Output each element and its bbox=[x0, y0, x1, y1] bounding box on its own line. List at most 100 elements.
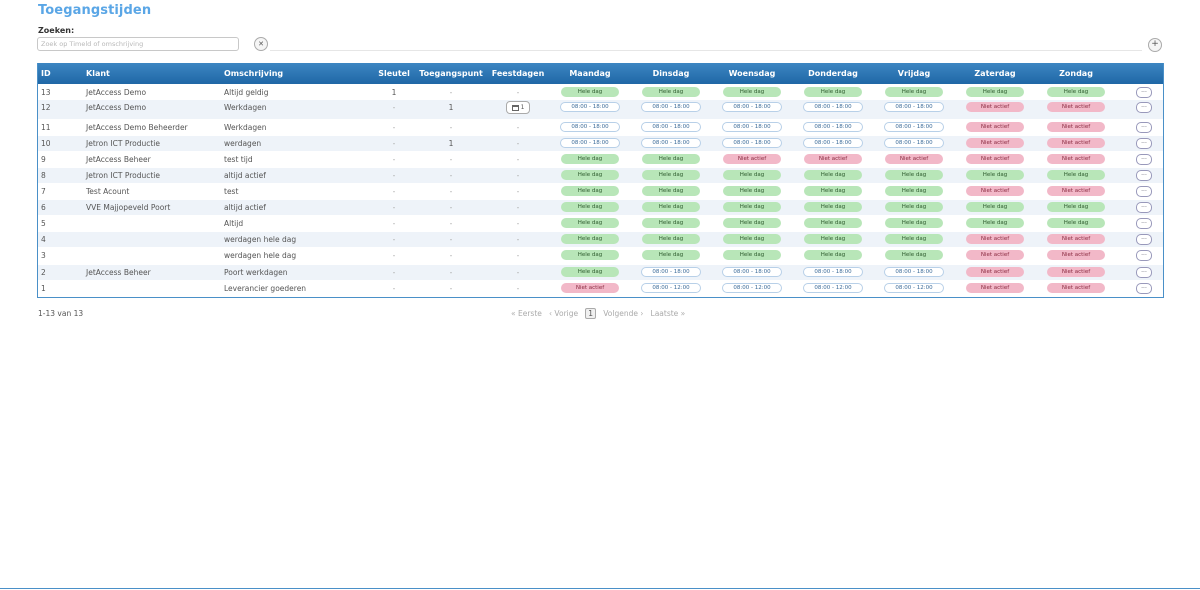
row-actions-button[interactable]: ... bbox=[1136, 122, 1152, 133]
column-header[interactable]: ID bbox=[41, 69, 51, 78]
table-row[interactable]: 5 Altijd - - - Hele dag Hele dag Hele dag Hele d… bbox=[38, 216, 1163, 231]
day-status-pill: Niet actief bbox=[1047, 122, 1105, 132]
row-actions-button[interactable]: ... bbox=[1136, 202, 1152, 213]
day-status-pill: Niet actief bbox=[966, 250, 1024, 260]
row-sleutel: - bbox=[392, 203, 396, 212]
day-status-pill: 08:00 - 18:00 bbox=[803, 138, 863, 148]
day-status-pill: Niet actief bbox=[561, 283, 619, 293]
row-feestdagen: - bbox=[516, 203, 520, 212]
row-id: 6 bbox=[41, 203, 46, 212]
row-actions-button[interactable]: ... bbox=[1136, 218, 1152, 229]
row-omschrijving: Poort werkdagen bbox=[224, 268, 288, 277]
row-actions-button[interactable]: ... bbox=[1136, 234, 1152, 245]
column-header[interactable]: Sleutel bbox=[378, 69, 410, 78]
day-status-pill: Hele dag bbox=[642, 154, 700, 164]
holiday-badge[interactable]: 1 bbox=[506, 101, 530, 114]
table-row[interactable]: 7 Test Acount test - - - Hele dag Hele dag Hele … bbox=[38, 184, 1163, 199]
search-divider bbox=[270, 50, 1142, 51]
row-feestdagen: - bbox=[516, 171, 520, 180]
day-status-pill: Hele dag bbox=[723, 170, 781, 180]
row-actions-button[interactable]: ... bbox=[1136, 170, 1152, 181]
table-row[interactable]: 11 JetAccess Demo Beheerder Werkdagen - - - 08… bbox=[38, 120, 1163, 135]
day-status-pill: Niet actief bbox=[723, 154, 781, 164]
pager-next[interactable]: Volgende › bbox=[603, 309, 643, 318]
day-status-pill: Niet actief bbox=[1047, 234, 1105, 244]
row-actions-button[interactable]: ... bbox=[1136, 267, 1152, 278]
row-id: 3 bbox=[41, 251, 46, 260]
column-header[interactable]: Zondag bbox=[1059, 69, 1093, 78]
table-row[interactable]: 9 JetAccess Beheer test tijd - - - Hele dag Hel… bbox=[38, 152, 1163, 167]
table-row[interactable]: 4 werdagen hele dag - - - Hele dag Hele dag Hel… bbox=[38, 232, 1163, 247]
row-toegangspunt: - bbox=[449, 219, 453, 228]
row-toegangspunt: - bbox=[449, 171, 453, 180]
row-actions-button[interactable]: ... bbox=[1136, 87, 1152, 98]
pager-current-page[interactable]: 1 bbox=[585, 308, 597, 319]
row-feestdagen: - bbox=[516, 187, 520, 196]
day-status-pill: Hele dag bbox=[804, 186, 862, 196]
row-toegangspunt: 1 bbox=[448, 139, 454, 148]
day-status-pill: Hele dag bbox=[723, 234, 781, 244]
row-actions-button[interactable]: ... bbox=[1136, 250, 1152, 261]
day-status-pill: Hele dag bbox=[561, 267, 619, 277]
column-header[interactable]: Zaterdag bbox=[974, 69, 1015, 78]
row-feestdagen: - bbox=[516, 155, 520, 164]
day-status-pill: Hele dag bbox=[561, 154, 619, 164]
table-row[interactable]: 10 Jetron ICT Productie werdagen - 1 - 08:00 -… bbox=[38, 136, 1163, 151]
row-sleutel: - bbox=[392, 123, 396, 132]
column-header[interactable]: Woensdag bbox=[729, 69, 776, 78]
pager-last[interactable]: Laatste » bbox=[651, 309, 686, 318]
column-header[interactable]: Maandag bbox=[569, 69, 610, 78]
row-omschrijving: werdagen hele dag bbox=[224, 251, 297, 260]
day-status-pill: Niet actief bbox=[1047, 283, 1105, 293]
column-header[interactable]: Donderdag bbox=[808, 69, 858, 78]
column-header[interactable]: Vrijdag bbox=[898, 69, 930, 78]
day-status-pill: 08:00 - 18:00 bbox=[722, 122, 782, 132]
day-status-pill: Hele dag bbox=[642, 202, 700, 212]
row-klant: Test Acount bbox=[86, 187, 130, 196]
table-row[interactable]: 12 JetAccess Demo Werkdagen - 1 1 08:00 - 18:0… bbox=[38, 100, 1163, 119]
day-status-pill: Hele dag bbox=[804, 87, 862, 97]
table-row[interactable]: 6 VVE Majjopeveld Poort altijd actief - - - He… bbox=[38, 200, 1163, 215]
row-actions-button[interactable]: ... bbox=[1136, 154, 1152, 165]
day-status-pill: Hele dag bbox=[642, 170, 700, 180]
row-id: 8 bbox=[41, 171, 46, 180]
row-actions-button[interactable]: ... bbox=[1136, 102, 1152, 113]
row-actions-button[interactable]: ... bbox=[1136, 138, 1152, 149]
column-header[interactable]: Klant bbox=[86, 69, 110, 78]
column-header[interactable]: Omschrijving bbox=[224, 69, 283, 78]
row-id: 1 bbox=[41, 284, 46, 293]
table-row[interactable]: 13 JetAccess Demo Altijd geldig 1 - - Hele dag… bbox=[38, 85, 1163, 100]
day-status-pill: 08:00 - 12:00 bbox=[722, 283, 782, 293]
pagination: « Eerste ‹ Vorige 1 Volgende › Laatste » bbox=[511, 308, 685, 319]
day-status-pill: Hele dag bbox=[966, 170, 1024, 180]
column-header[interactable]: Toegangspunt bbox=[419, 69, 483, 78]
add-button[interactable]: + bbox=[1148, 38, 1162, 52]
plus-icon: + bbox=[1151, 39, 1159, 49]
day-status-pill: Niet actief bbox=[1047, 250, 1105, 260]
column-header[interactable]: Feestdagen bbox=[492, 69, 545, 78]
table-row[interactable]: 2 JetAccess Beheer Poort werkdagen - - - Hele … bbox=[38, 265, 1163, 280]
row-toegangspunt: - bbox=[449, 284, 453, 293]
day-status-pill: 08:00 - 12:00 bbox=[803, 283, 863, 293]
row-omschrijving: test tijd bbox=[224, 155, 253, 164]
row-toegangspunt: - bbox=[449, 88, 453, 97]
day-status-pill: 08:00 - 18:00 bbox=[722, 267, 782, 277]
day-status-pill: 08:00 - 18:00 bbox=[560, 102, 620, 112]
day-status-pill: 08:00 - 18:00 bbox=[641, 102, 701, 112]
day-status-pill: Hele dag bbox=[642, 234, 700, 244]
column-header[interactable]: Dinsdag bbox=[653, 69, 690, 78]
row-klant: Jetron ICT Productie bbox=[86, 139, 161, 148]
clear-search-button[interactable]: ✕ bbox=[254, 37, 268, 51]
search-input[interactable] bbox=[37, 37, 239, 51]
row-actions-button[interactable]: ... bbox=[1136, 283, 1152, 294]
row-klant: JetAccess Demo Beheerder bbox=[86, 123, 188, 132]
table-row[interactable]: 1 Leverancier goederen - - - Niet actief 08:00… bbox=[38, 281, 1163, 296]
close-icon: ✕ bbox=[258, 40, 264, 48]
row-omschrijving: werdagen hele dag bbox=[224, 235, 297, 244]
table-row[interactable]: 3 werdagen hele dag - - - Hele dag Hele dag Hel… bbox=[38, 248, 1163, 263]
pager-prev[interactable]: ‹ Vorige bbox=[549, 309, 578, 318]
day-status-pill: Niet actief bbox=[966, 234, 1024, 244]
table-row[interactable]: 8 Jetron ICT Productie altijd actief - - - Hel… bbox=[38, 168, 1163, 183]
pager-first[interactable]: « Eerste bbox=[511, 309, 542, 318]
row-actions-button[interactable]: ... bbox=[1136, 186, 1152, 197]
